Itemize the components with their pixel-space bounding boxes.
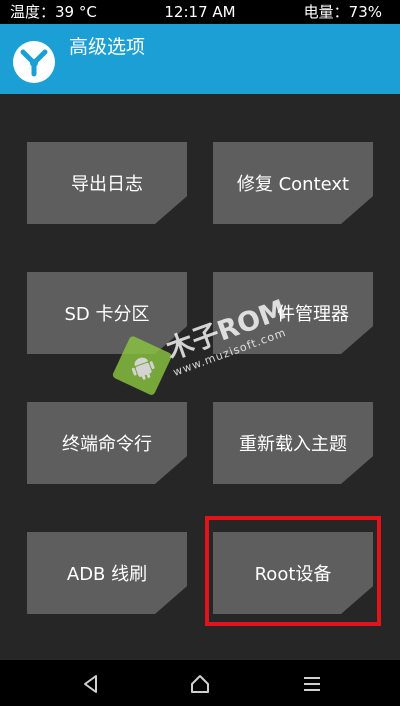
button-label: ADB 线刷 bbox=[66, 564, 148, 585]
page-title: 高级选项 bbox=[69, 36, 146, 58]
fix-context-button[interactable]: 修复 Context bbox=[213, 142, 373, 224]
nav-bar bbox=[0, 660, 400, 706]
export-log-button[interactable]: 导出日志 bbox=[27, 142, 187, 224]
status-temperature: 温度：39 °C bbox=[10, 3, 97, 21]
status-bar: 12:17 AM 温度：39 °C 电量：73% bbox=[0, 0, 400, 24]
twrp-logo-icon bbox=[13, 41, 55, 83]
header-bar bbox=[0, 24, 400, 94]
button-label: 导出日志 bbox=[71, 174, 143, 195]
reload-theme-button[interactable]: 重新载入主题 bbox=[213, 402, 373, 484]
button-label: 重新载入主题 bbox=[239, 434, 347, 455]
highlight-box bbox=[205, 516, 381, 626]
back-triangle-icon[interactable] bbox=[80, 673, 102, 695]
status-battery: 电量：73% bbox=[303, 3, 382, 21]
menu-icon[interactable] bbox=[301, 673, 323, 695]
button-label: 修复 Context bbox=[236, 174, 350, 195]
adb-sideload-button[interactable]: ADB 线刷 bbox=[27, 532, 187, 614]
home-icon[interactable] bbox=[189, 673, 211, 695]
